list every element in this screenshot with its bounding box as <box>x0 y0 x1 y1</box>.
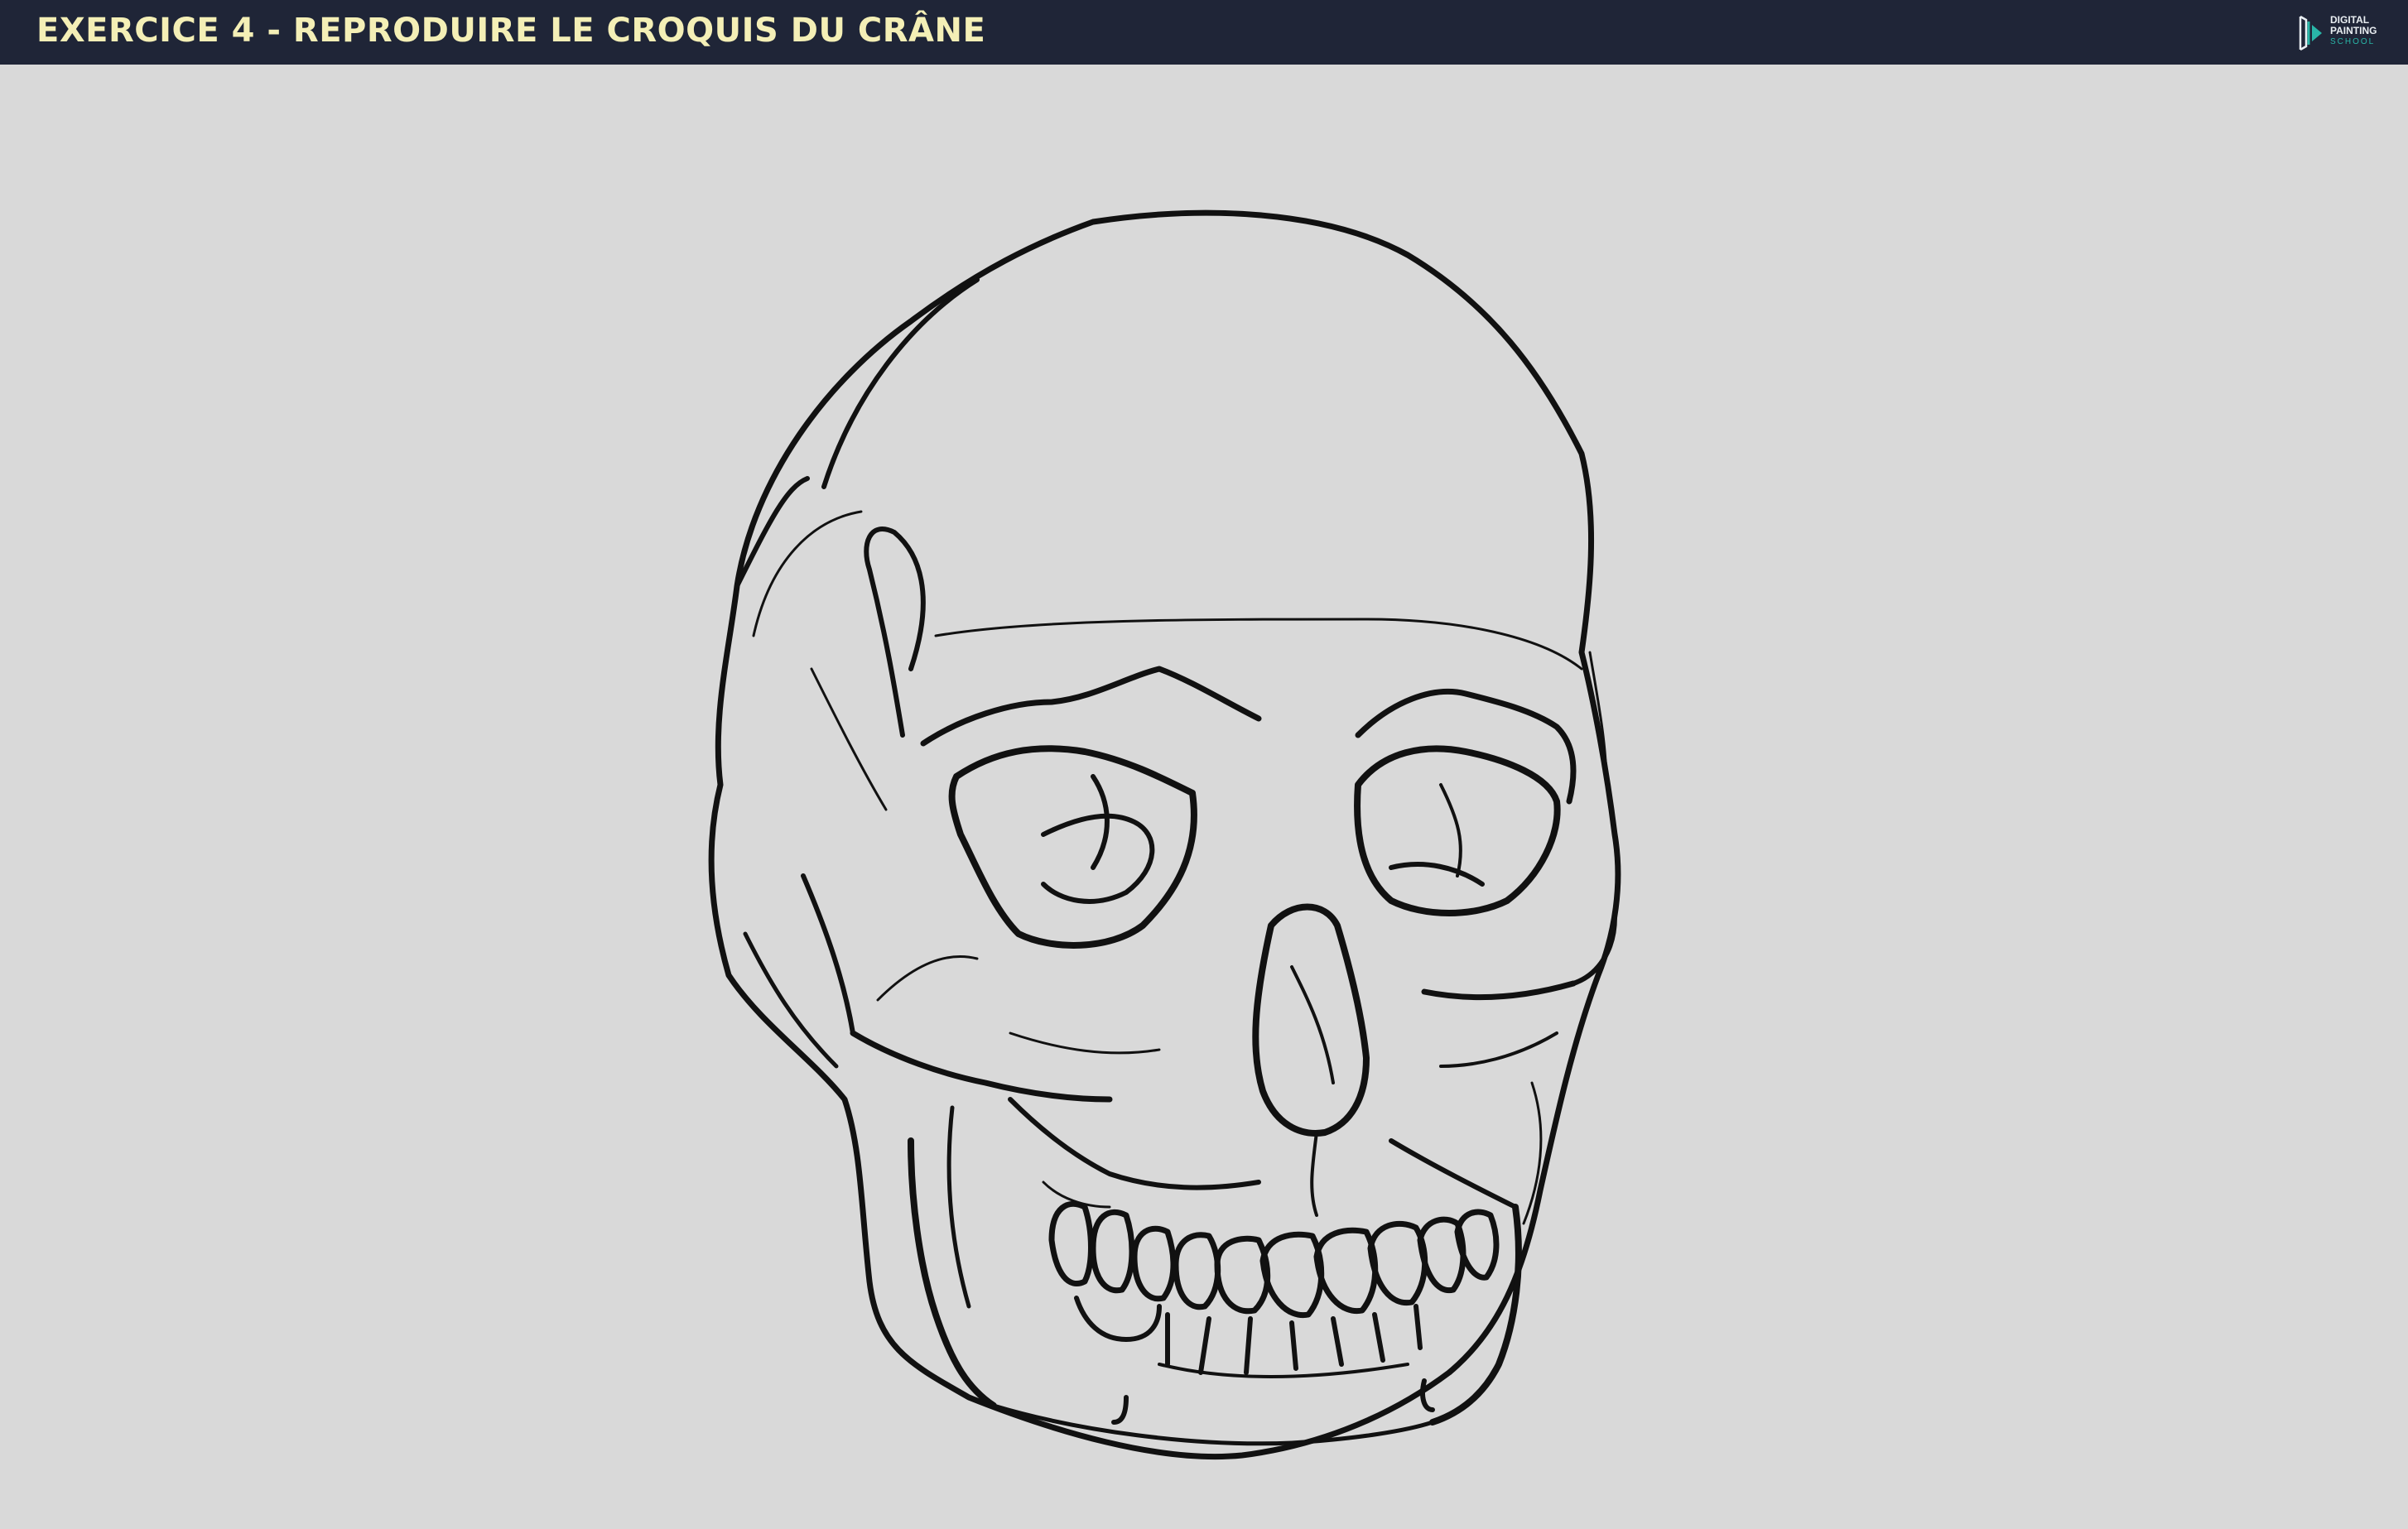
drawing-canvas <box>0 65 2408 1529</box>
brush-logo-icon <box>2299 15 2322 51</box>
logo-text: DIGITAL PAINTING SCHOOL <box>2330 15 2396 47</box>
logo-line-2: PAINTING <box>2330 25 2377 36</box>
page-title: EXERCICE 4 - REPRODUIRE LE CROQUIS DU CR… <box>36 12 986 50</box>
skull-illustration <box>708 209 1621 1460</box>
header-bar: EXERCICE 4 - REPRODUIRE LE CROQUIS DU CR… <box>0 0 2408 65</box>
logo-line-3: SCHOOL <box>2330 37 2376 46</box>
logo: DIGITAL PAINTING SCHOOL <box>2294 10 2393 56</box>
logo-line-1: DIGITAL <box>2330 14 2370 26</box>
